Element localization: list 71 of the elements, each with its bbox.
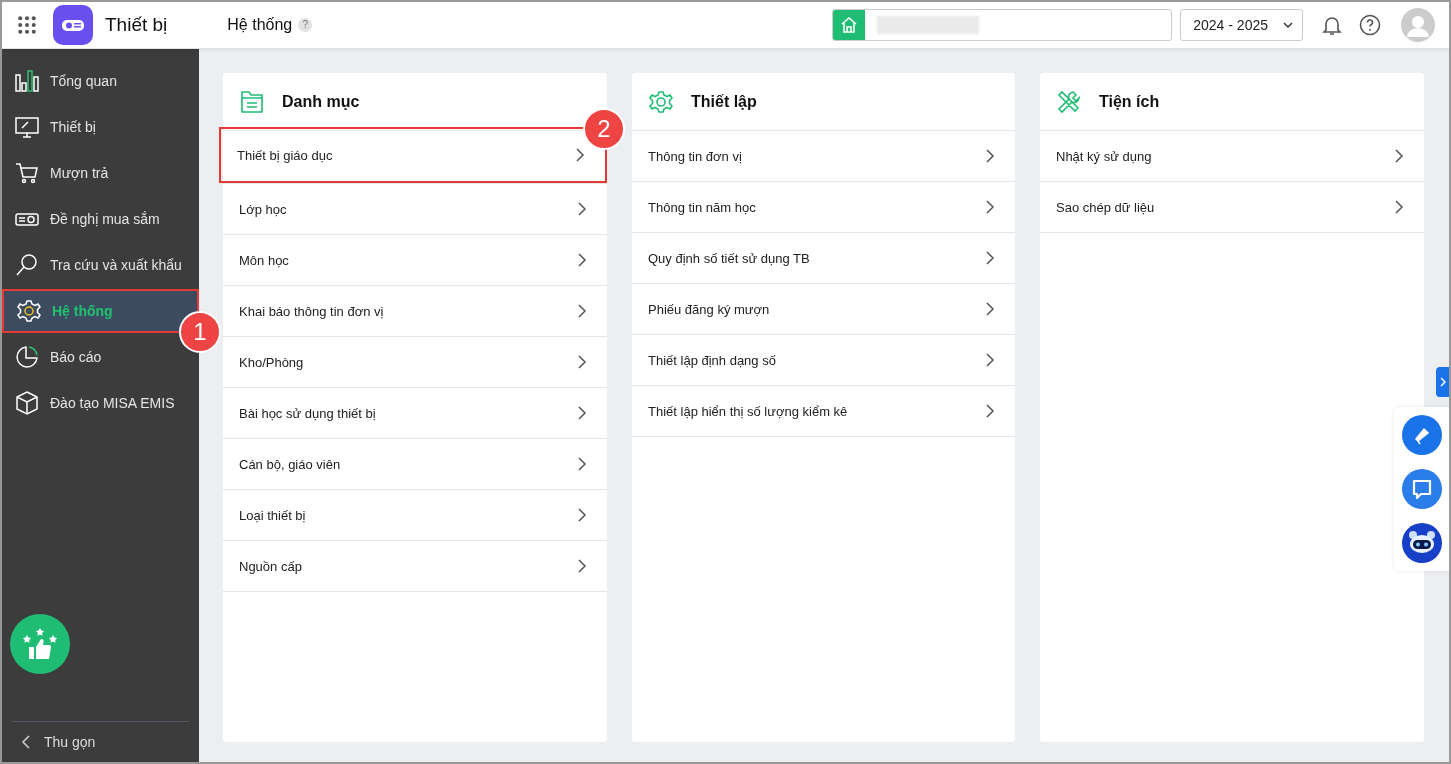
menu-item[interactable]: Cán bộ, giáo viên bbox=[223, 439, 607, 489]
menu-item[interactable]: Thiết lập hiển thị số lượng kiểm kê bbox=[632, 386, 1015, 436]
chevron-right-icon bbox=[577, 202, 587, 216]
settings-icon bbox=[648, 88, 674, 115]
help-badge[interactable]: ? bbox=[298, 18, 313, 32]
cart-icon bbox=[14, 160, 40, 186]
step-badge: 2 bbox=[583, 108, 625, 150]
chevron-right-icon bbox=[985, 251, 995, 265]
menu-item[interactable]: Quy định số tiết sử dụng TB bbox=[632, 233, 1015, 283]
sidebar-item[interactable]: Tra cứu và xuất khẩu bbox=[2, 243, 199, 287]
chevron-right-icon bbox=[1394, 149, 1404, 163]
menu-item[interactable]: Sao chép dữ liệu bbox=[1040, 182, 1424, 232]
menu-item[interactable]: Thiết lập định dạng số bbox=[632, 335, 1015, 385]
menu-item[interactable]: Nguồn cấp bbox=[223, 541, 607, 591]
card-title: Thiết lập bbox=[691, 92, 757, 111]
menu-item[interactable]: Lớp học bbox=[223, 184, 607, 234]
menu-item[interactable]: Kho/Phòng bbox=[223, 337, 607, 387]
thumbs-up-stars-icon[interactable] bbox=[10, 614, 70, 674]
settings-icon bbox=[16, 298, 42, 324]
chevron-right-icon bbox=[577, 457, 587, 471]
chevron-right-icon bbox=[985, 353, 995, 367]
caret-icon bbox=[1282, 19, 1294, 31]
menu-item[interactable]: Loại thiết bị bbox=[223, 490, 607, 540]
chevron-right-icon bbox=[1394, 200, 1404, 214]
cube-icon bbox=[14, 390, 40, 416]
menu-item[interactable]: Thông tin năm học bbox=[632, 182, 1015, 232]
menu-item[interactable]: Phiếu đăng ký mượn bbox=[632, 284, 1015, 334]
robot-icon[interactable] bbox=[1402, 523, 1442, 563]
help-icon[interactable] bbox=[1358, 13, 1382, 37]
chart-icon bbox=[14, 68, 40, 94]
monitor-icon bbox=[14, 114, 40, 140]
chevron-right-icon bbox=[577, 253, 587, 267]
school-year-select[interactable]: 2024 - 2025 bbox=[1180, 9, 1303, 41]
chevron-right-icon bbox=[577, 559, 587, 573]
search-icon bbox=[14, 252, 40, 278]
chevron-right-icon bbox=[577, 406, 587, 420]
chevron-right-icon bbox=[577, 355, 587, 369]
tools-icon bbox=[1056, 88, 1082, 115]
expand-tab[interactable] bbox=[1436, 367, 1449, 397]
chevron-left-icon bbox=[20, 735, 32, 749]
collapse-button[interactable]: Thu gọn bbox=[12, 721, 189, 762]
card-title: Tiện ích bbox=[1099, 92, 1160, 111]
megaphone-icon[interactable] bbox=[1402, 415, 1442, 455]
projector-logo-icon bbox=[53, 5, 93, 45]
chevron-right-icon bbox=[985, 200, 995, 214]
sidebar-item[interactable]: Mượn trả bbox=[2, 151, 199, 195]
sidebar-item[interactable]: Đào tạo MISA EMIS bbox=[2, 381, 199, 425]
menu-item[interactable]: Môn học bbox=[223, 235, 607, 285]
card-title: Danh mục bbox=[282, 92, 360, 111]
chevron-right-icon bbox=[1439, 377, 1447, 387]
chevron-right-icon bbox=[577, 508, 587, 522]
chevron-right-icon bbox=[577, 304, 587, 318]
chat-icon[interactable] bbox=[1402, 469, 1442, 509]
chevron-right-icon bbox=[985, 404, 995, 418]
chevron-right-icon bbox=[985, 302, 995, 316]
menu-item[interactable]: Bài học sử dụng thiết bị bbox=[223, 388, 607, 438]
chevron-right-icon bbox=[985, 149, 995, 163]
menu-item[interactable]: Thông tin đơn vị bbox=[632, 131, 1015, 181]
sidebar-item[interactable]: Đề nghị mua sắm bbox=[2, 197, 199, 241]
sidebar-item[interactable]: Thiết bị bbox=[2, 105, 199, 149]
folder-icon bbox=[239, 88, 265, 115]
app-name: Thiết bị bbox=[105, 14, 168, 36]
sidebar-item[interactable]: Tổng quan bbox=[2, 59, 199, 103]
page-title: Hệ thống bbox=[227, 16, 293, 34]
menu-item[interactable]: Khai báo thông tin đơn vị bbox=[223, 286, 607, 336]
pie-chart-icon bbox=[14, 344, 40, 370]
menu-item[interactable]: Nhật ký sử dụng bbox=[1040, 131, 1424, 181]
home-icon bbox=[833, 10, 866, 40]
school-field[interactable] bbox=[832, 9, 1173, 41]
chevron-right-icon bbox=[575, 148, 585, 162]
app-grid-icon[interactable] bbox=[18, 16, 36, 34]
